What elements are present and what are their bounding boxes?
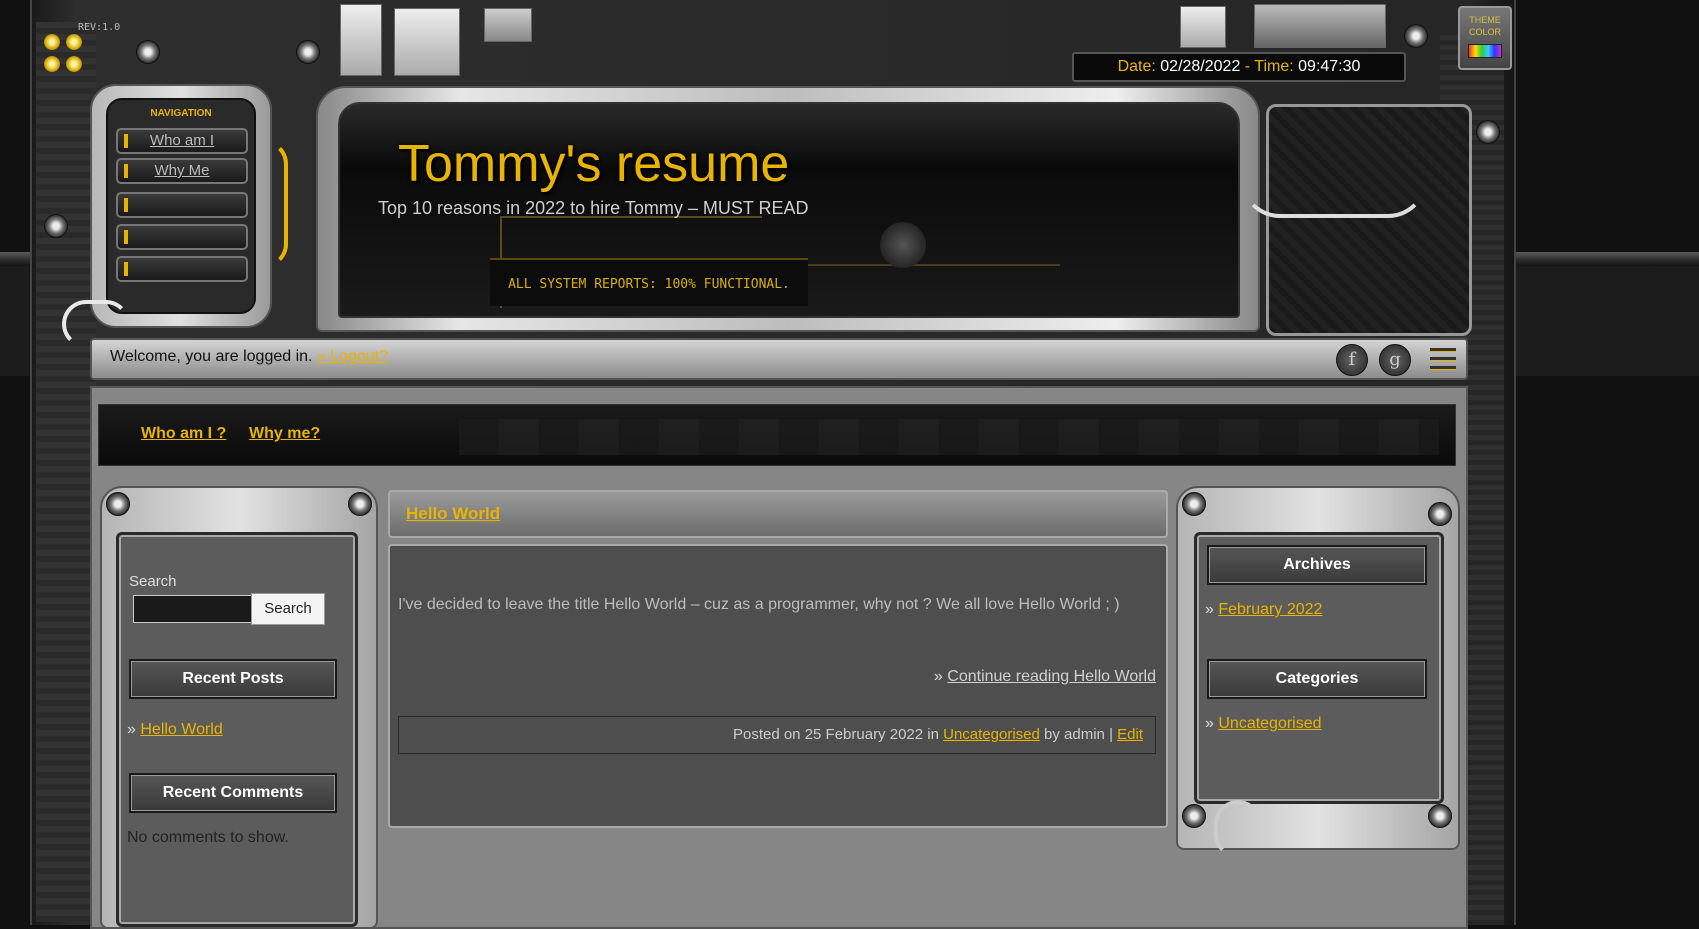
logout-link[interactable]: » Logout? bbox=[317, 348, 388, 365]
circuit-decoration bbox=[459, 419, 1439, 455]
user-bar: Welcome, you are logged in. » Logout? f … bbox=[90, 338, 1468, 380]
screw-icon bbox=[136, 40, 160, 64]
right-sidebar-panel: Archives » February 2022 Categories » Un… bbox=[1194, 532, 1444, 804]
welcome-message: Welcome, you are logged in. » Logout? bbox=[110, 348, 389, 365]
post-title-link[interactable]: Hello World bbox=[406, 504, 500, 524]
led-icon bbox=[124, 134, 128, 148]
category-item: » Uncategorised bbox=[1205, 715, 1322, 732]
recent-post-item: » Hello World bbox=[127, 721, 223, 738]
capacitor-icon bbox=[66, 34, 82, 50]
left-circuit-board bbox=[36, 22, 96, 922]
vga-port-icon bbox=[1254, 4, 1386, 48]
site-title[interactable]: Tommy's resume bbox=[398, 134, 789, 194]
color-swatch-icon bbox=[1468, 44, 1502, 58]
header-screen: Tommy's resume Top 10 reasons in 2022 to… bbox=[338, 102, 1240, 318]
header-panel: Tommy's resume Top 10 reasons in 2022 to… bbox=[316, 86, 1260, 332]
cable-icon bbox=[1214, 800, 1262, 858]
right-sidebar: Archives » February 2022 Categories » Un… bbox=[1176, 486, 1460, 850]
edit-link[interactable]: Edit bbox=[1117, 726, 1143, 743]
screw-icon bbox=[1428, 804, 1452, 828]
post-meta: Posted on 25 February 2022 in Uncategori… bbox=[398, 716, 1156, 754]
capacitor-icon bbox=[66, 56, 82, 72]
recent-post-link[interactable]: Hello World bbox=[140, 721, 222, 738]
system-status: ALL SYSTEM REPORTS: 100% FUNCTIONAL. bbox=[490, 258, 808, 306]
led-icon bbox=[124, 262, 128, 276]
ethernet-port-icon bbox=[394, 8, 460, 76]
post-body: I've decided to leave the title Hello Wo… bbox=[388, 544, 1168, 828]
archive-item: » February 2022 bbox=[1205, 601, 1323, 618]
knob-icon bbox=[880, 222, 926, 268]
nav-item-who-am-i[interactable]: Who am I bbox=[116, 128, 248, 154]
recent-comments-title: Recent Comments bbox=[129, 773, 337, 813]
post-excerpt: I've decided to leave the title Hello Wo… bbox=[398, 596, 1120, 613]
screw-icon bbox=[1182, 804, 1206, 828]
led-icon bbox=[124, 164, 128, 178]
date-value: 02/28/2022 bbox=[1160, 58, 1241, 75]
capacitor-icon bbox=[44, 56, 60, 72]
led-icon bbox=[124, 198, 128, 212]
left-sidebar: Search Search Recent Posts » Hello World… bbox=[100, 486, 378, 929]
nav-item-empty[interactable] bbox=[116, 192, 248, 218]
continue-reading-link[interactable]: Continue reading Hello World bbox=[947, 668, 1156, 685]
categories-title: Categories bbox=[1207, 659, 1427, 699]
theme-label: THEME COLOR bbox=[1468, 15, 1501, 37]
screw-icon bbox=[1428, 502, 1452, 526]
category-sidebar-link[interactable]: Uncategorised bbox=[1218, 715, 1321, 732]
archives-title: Archives bbox=[1207, 545, 1427, 585]
date-label: Date: bbox=[1117, 58, 1156, 75]
screw-icon bbox=[296, 40, 320, 64]
site-description: Top 10 reasons in 2022 to hire Tommy – M… bbox=[378, 198, 809, 218]
search-button[interactable]: Search bbox=[251, 593, 325, 625]
facebook-icon[interactable]: f bbox=[1336, 344, 1368, 376]
nav-item-why-me[interactable]: Why Me bbox=[116, 158, 248, 184]
no-comments-text: No comments to show. bbox=[127, 829, 289, 846]
screw-icon bbox=[106, 492, 130, 516]
hdmi-port-icon bbox=[1180, 6, 1226, 48]
screw-icon bbox=[348, 492, 372, 516]
cable-icon bbox=[1240, 120, 1428, 218]
nav-item-empty[interactable] bbox=[116, 224, 248, 250]
menu-item-why-me[interactable]: Why me? bbox=[249, 425, 320, 443]
screw-icon bbox=[1476, 120, 1500, 144]
left-sidebar-panel: Search Search Recent Posts » Hello World… bbox=[116, 532, 358, 927]
theme-color-button[interactable]: THEME COLOR bbox=[1458, 6, 1512, 70]
navigation-title: NAVIGATION bbox=[150, 108, 212, 119]
top-menu: Who am I ? Why me? bbox=[98, 404, 1456, 466]
category-link[interactable]: Uncategorised bbox=[943, 726, 1040, 743]
screw-icon bbox=[1404, 24, 1428, 48]
archive-link[interactable]: February 2022 bbox=[1218, 601, 1322, 618]
cable-icon bbox=[240, 140, 288, 268]
menu-item-who-am-i[interactable]: Who am I ? bbox=[141, 425, 226, 443]
led-icon bbox=[124, 230, 128, 244]
google-icon[interactable]: g bbox=[1379, 344, 1411, 376]
continue-reading: » Continue reading Hello World bbox=[933, 668, 1156, 685]
hamburger-menu-icon[interactable] bbox=[1430, 348, 1456, 370]
recent-posts-title: Recent Posts bbox=[129, 659, 337, 699]
post-title-bar: Hello World bbox=[388, 490, 1168, 538]
screw-icon bbox=[1182, 492, 1206, 516]
search-label: Search bbox=[129, 573, 177, 590]
screw-icon bbox=[44, 214, 68, 238]
time-value: 09:47:30 bbox=[1298, 58, 1361, 75]
revision-label: REV:1.0 bbox=[78, 22, 121, 33]
time-label: Time: bbox=[1254, 58, 1294, 75]
navigation-screen: NAVIGATION Who am I Why Me bbox=[106, 98, 256, 314]
capacitor-icon bbox=[44, 34, 60, 50]
audio-port-icon bbox=[484, 8, 532, 42]
nav-item-empty[interactable] bbox=[116, 256, 248, 282]
date-time-display: Date: 02/28/2022 - Time: 09:47:30 bbox=[1072, 52, 1406, 82]
usb-port-icon bbox=[340, 4, 382, 76]
